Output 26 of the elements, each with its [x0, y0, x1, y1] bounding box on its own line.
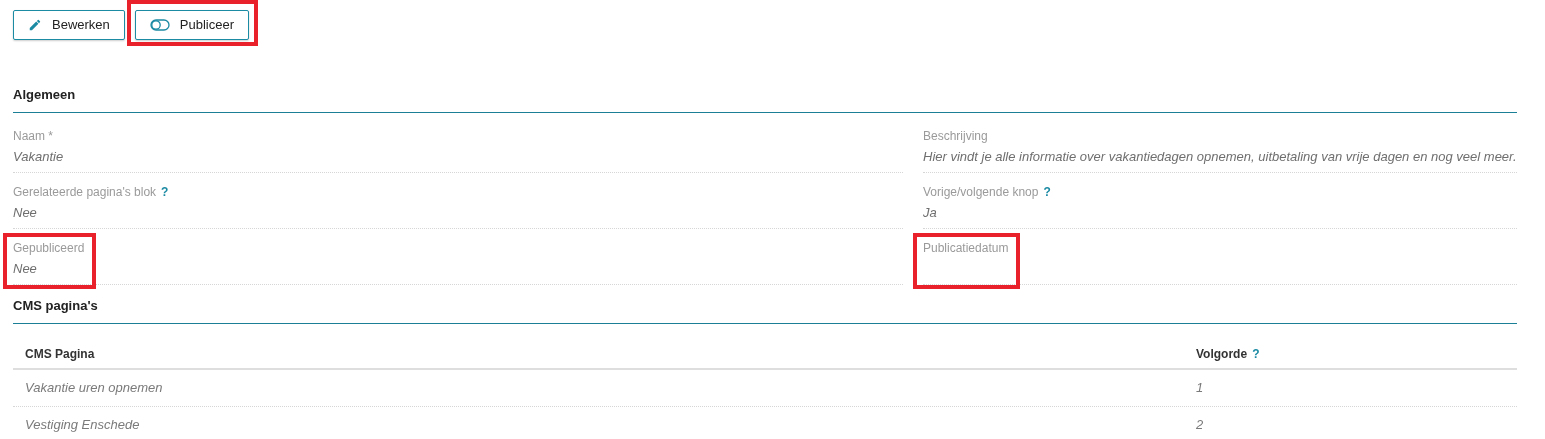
field-value: Vakantie — [13, 148, 64, 166]
help-icon[interactable]: ? — [1043, 183, 1051, 201]
toggle-icon — [149, 19, 170, 31]
field-value: Ja — [923, 204, 938, 222]
field-label: Gerelateerde pagina's blok — [13, 184, 157, 201]
field-label: Publicatiedatum — [923, 240, 1009, 257]
table-cell-text: 2 — [1196, 416, 1205, 435]
section-title: Algemeen — [13, 87, 76, 102]
publish-button[interactable]: Publiceer — [134, 10, 249, 40]
field-label: Gepubliceerd — [13, 240, 85, 257]
field-value: Nee — [13, 260, 38, 278]
table-cell-text: Vakantie uren opnemen — [25, 379, 164, 398]
table-cell-text: 1 — [1196, 379, 1205, 398]
field-label: Beschrijving — [923, 128, 988, 145]
field-label: Vorige/volgende knop — [923, 184, 1039, 201]
edit-button[interactable]: Bewerken — [13, 10, 125, 40]
section-title: CMS pagina's — [13, 298, 98, 313]
help-icon[interactable]: ? — [161, 183, 169, 201]
table-cell-text: Vestiging Enschede — [25, 416, 141, 435]
column-header: Volgorde — [1196, 346, 1248, 363]
column-header: CMS Pagina — [25, 346, 95, 363]
field-label: Naam * — [13, 128, 53, 145]
field-value: Nee — [13, 204, 38, 222]
pencil-icon — [28, 18, 42, 32]
field-value: Hier vindt je alle informatie over vakantiedagen opnemen, uitbetaling van vrije dagen en nog veel meer. — [923, 148, 1517, 166]
help-icon[interactable]: ? — [1252, 345, 1260, 363]
